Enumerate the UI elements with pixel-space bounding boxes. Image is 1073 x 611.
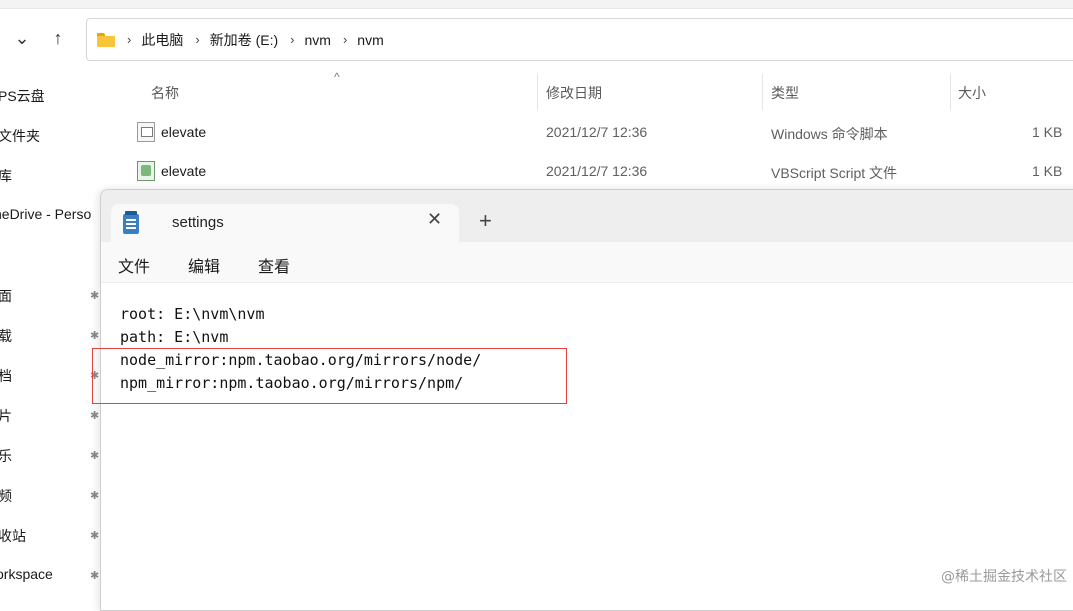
column-divider[interactable]: [537, 74, 538, 110]
sidebar-item-onedrive[interactable]: neDrive - Perso: [0, 206, 91, 222]
tab-title: settings: [172, 214, 224, 231]
menu-view[interactable]: 查看: [258, 253, 290, 277]
breadcrumb-nvm[interactable]: nvm: [304, 32, 330, 48]
chevron-right-icon[interactable]: ›: [127, 32, 131, 47]
sidebar-item-recycle-bin[interactable]: 收站: [0, 526, 26, 546]
pin-icon: ✱: [90, 450, 100, 462]
recent-locations-chevron-icon[interactable]: ⌄: [12, 26, 32, 50]
menu-edit[interactable]: 编辑: [188, 253, 220, 277]
column-divider[interactable]: [762, 74, 763, 110]
sidebar-item-workspace[interactable]: orkspace: [0, 566, 53, 582]
pin-icon: ✱: [90, 570, 100, 582]
pin-icon: ✱: [90, 490, 100, 502]
sort-ascending-icon: ^: [334, 70, 340, 84]
file-row[interactable]: elevate 2021/12/7 12:36 Windows 命令脚本 1 K…: [0, 115, 1073, 151]
new-tab-button[interactable]: +: [479, 208, 492, 234]
breadcrumb-this-pc[interactable]: 此电脑: [141, 30, 183, 50]
column-header-name[interactable]: 名称: [151, 83, 179, 103]
folder-icon: [97, 33, 115, 47]
file-size: 1 KB: [1032, 124, 1063, 140]
pin-icon: ✱: [90, 330, 100, 342]
sidebar-item-videos[interactable]: 频: [0, 486, 12, 506]
column-divider[interactable]: [950, 74, 951, 110]
column-header-size[interactable]: 大小: [958, 83, 986, 103]
pin-icon: ✱: [90, 530, 100, 542]
sidebar-item-desktop[interactable]: 面: [0, 286, 12, 306]
text-line-root: root: E:\nvm\nvm: [120, 305, 265, 323]
pin-icon: ✱: [90, 290, 100, 302]
highlight-annotation-box: [92, 348, 567, 404]
notepad-tab-bar: settings ✕ +: [101, 190, 1073, 242]
explorer-title-strip: [0, 0, 1073, 9]
tab-settings[interactable]: settings ✕: [111, 204, 459, 242]
file-type: VBScript Script 文件: [771, 165, 898, 181]
column-header-type[interactable]: 类型: [771, 83, 799, 103]
text-line-path: path: E:\nvm: [120, 328, 229, 346]
breadcrumb-drive-e[interactable]: 新加卷 (E:): [210, 30, 278, 50]
file-date: 2021/12/7 12:36: [546, 124, 648, 140]
menu-file[interactable]: 文件: [118, 253, 150, 277]
text-editor-area[interactable]: root: E:\nvm\nvm path: E:\nvm node_mirro…: [101, 283, 1073, 610]
watermark: @稀土掘金技术社区: [941, 569, 1067, 585]
file-name: elevate: [161, 163, 207, 179]
file-type: Windows 命令脚本: [771, 126, 888, 142]
sidebar-item-wps-cloud[interactable]: PS云盘: [0, 86, 45, 106]
file-name: elevate: [161, 124, 207, 140]
sidebar-item-music[interactable]: 乐: [0, 446, 12, 466]
file-row[interactable]: elevate 2021/12/7 12:36 VBScript Script …: [0, 154, 1073, 190]
chevron-right-icon[interactable]: ›: [343, 32, 347, 47]
file-date: 2021/12/7 12:36: [546, 163, 648, 179]
file-size: 1 KB: [1032, 163, 1063, 179]
pin-icon: ✱: [90, 410, 100, 422]
vbscript-file-icon: [137, 161, 155, 181]
up-arrow-icon[interactable]: ↑: [48, 26, 68, 50]
chevron-right-icon[interactable]: ›: [195, 32, 199, 47]
notepad-icon: [123, 211, 139, 234]
sidebar-item-pictures[interactable]: 片: [0, 406, 12, 426]
address-bar[interactable]: › 此电脑 › 新加卷 (E:) › nvm › nvm: [86, 18, 1073, 61]
batch-file-icon: [137, 122, 155, 142]
breadcrumb-nvm-current[interactable]: nvm: [357, 32, 383, 48]
sidebar-item-documents[interactable]: 档: [0, 366, 12, 386]
chevron-right-icon[interactable]: ›: [290, 32, 294, 47]
notepad-menu-bar: 文件 编辑 查看: [101, 242, 1073, 283]
column-header-date[interactable]: 修改日期: [546, 83, 602, 103]
sidebar-item-downloads[interactable]: 载: [0, 326, 12, 346]
close-tab-icon[interactable]: ✕: [427, 209, 442, 230]
